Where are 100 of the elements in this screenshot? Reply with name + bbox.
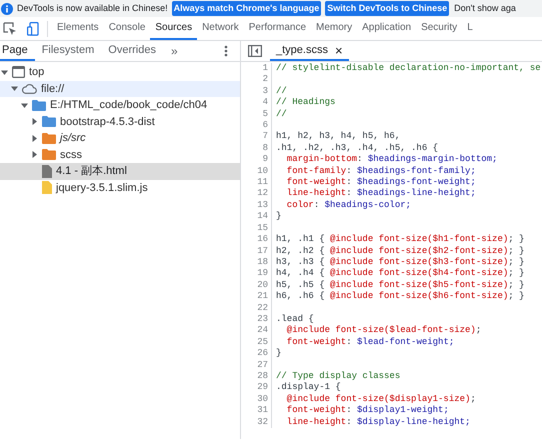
line-number: 29 <box>241 382 272 394</box>
code-line: @include font-size($display1-size); <box>286 394 476 406</box>
code-line: .h1, .h2, .h3, .h4, .h5, .h6 { <box>275 142 438 154</box>
cloud-icon <box>22 84 37 94</box>
navigator-tab[interactable]: Filesystem <box>34 41 102 61</box>
code-line: @include font-size($lead-font-size); <box>286 325 482 337</box>
line-number: 22 <box>241 302 272 314</box>
code-line: color: $headings-color; <box>286 200 412 212</box>
sidebar-toggle-icon[interactable] <box>248 45 262 57</box>
code-line: // Headings <box>275 97 336 109</box>
close-tab-button[interactable]: × <box>334 44 343 56</box>
tree-item-label[interactable]: E:/HTML_code/book_code/ch04 <box>50 97 208 114</box>
line-number: 5 <box>241 108 272 120</box>
line-number: 32 <box>241 416 272 428</box>
line-number: 16 <box>241 234 272 246</box>
navigator-tab[interactable]: Page <box>0 41 35 61</box>
line-number: 3 <box>241 86 272 98</box>
code-line: font-weight: $display1-weight; <box>286 405 449 417</box>
expanded-arrow-icon[interactable] <box>1 68 8 76</box>
expanded-arrow-icon[interactable] <box>11 85 18 92</box>
panel-tab[interactable]: Sources <box>150 17 198 40</box>
code-line: h1, h2, h3, h4, h5, h6, <box>275 131 400 143</box>
line-number: 9 <box>241 154 272 166</box>
editor-tab[interactable]: _type.scss × <box>270 41 349 61</box>
panel-tab[interactable]: Application <box>357 17 416 40</box>
line-number: 6 <box>241 120 272 132</box>
code-line: h1, .h1 { @include font-size($h1-font-size); } <box>275 234 524 246</box>
collapsed-arrow-icon[interactable] <box>31 118 38 126</box>
code-line: line-height: $headings-line-height; <box>286 188 476 200</box>
code-line: margin-bottom: $headings-margin-bottom; <box>286 154 498 166</box>
line-number: 26 <box>241 348 272 360</box>
code-line: .display-1 { <box>275 382 341 394</box>
code-line: h2, .h2 { @include font-size($h2-font-size); } <box>275 246 524 257</box>
line-number: 11 <box>241 177 272 188</box>
line-number: 27 <box>241 360 272 371</box>
code-line: } <box>275 211 282 223</box>
code-line: h5, .h5 { @include font-size($h5-font-size); } <box>275 280 524 292</box>
code-line: .lead { <box>275 314 314 326</box>
line-number: 13 <box>241 200 272 212</box>
tree-row-highlight[interactable]: file:// <box>0 80 240 97</box>
code-line: h3, .h3 { @include font-size($h3-font-size); } <box>275 256 524 268</box>
infobar-button[interactable]: Switch DevTools to Chinese <box>325 1 450 16</box>
device-icon[interactable] <box>27 22 39 36</box>
line-number: 28 <box>241 370 272 382</box>
code-line: font-weight: $headings-font-weight; <box>286 177 476 188</box>
panel-tab[interactable]: Network <box>197 17 244 40</box>
tree-item-label[interactable]: bootstrap-4.5.3-dist <box>60 114 155 130</box>
line-number: 10 <box>241 166 272 178</box>
inspect-icon[interactable] <box>3 22 17 36</box>
panel-tab[interactable]: Performance <box>244 17 312 40</box>
info-icon <box>1 2 13 14</box>
line-number: 18 <box>241 256 272 268</box>
line-number: 4 <box>241 97 272 109</box>
line-number: 31 <box>241 405 272 417</box>
more-tabs-button[interactable]: » <box>170 42 178 60</box>
collapsed-arrow-icon[interactable] <box>31 151 38 158</box>
panel-tab[interactable]: L <box>462 17 478 40</box>
tree-item-label[interactable]: js/src <box>60 130 86 146</box>
line-number: 21 <box>241 291 272 303</box>
panel-tab[interactable]: Elements <box>52 17 104 40</box>
line-number: 20 <box>241 280 272 292</box>
line-number: 15 <box>241 222 272 234</box>
code-line: } <box>275 348 282 360</box>
line-number: 24 <box>241 325 272 337</box>
panel-tab[interactable]: Console <box>104 17 150 40</box>
code-line: // <box>275 86 287 98</box>
code-line: line-height: $display-line-height; <box>286 416 470 428</box>
panel-tab[interactable]: Security <box>416 17 462 40</box>
tree-row-highlight[interactable]: 4.1 - 副本.html <box>0 163 240 180</box>
more-options-icon[interactable] <box>224 45 228 57</box>
line-number: 2 <box>241 74 272 86</box>
collapsed-arrow-icon[interactable] <box>31 134 38 142</box>
code-line: // stylelint-disable declaration-no-important, se <box>275 63 541 74</box>
tree-item-label[interactable]: file:// <box>41 80 64 97</box>
code-line: // Type display classes <box>275 370 400 382</box>
code-line: h4, .h4 { @include font-size($h4-font-size); } <box>275 268 524 280</box>
navigator-tab[interactable]: Overrides <box>101 41 163 61</box>
frame-icon <box>12 66 25 78</box>
line-number: 30 <box>241 394 272 406</box>
panel-tab[interactable]: Memory <box>311 17 358 40</box>
line-number: 25 <box>241 336 272 348</box>
line-number: 23 <box>241 314 272 326</box>
expanded-arrow-icon[interactable] <box>21 102 28 109</box>
tree-item-label[interactable]: top <box>29 64 44 80</box>
line-number: 7 <box>241 131 272 143</box>
line-number: 14 <box>241 211 272 223</box>
line-number: 8 <box>241 142 272 154</box>
code-line: // <box>275 108 287 120</box>
dismiss-link[interactable]: Don't show aga <box>453 2 517 16</box>
tree-item-label[interactable]: 4.1 - 副本.html <box>56 163 127 180</box>
line-number: 19 <box>241 268 272 280</box>
line-number: 1 <box>241 63 272 74</box>
tree-item-label[interactable]: scss <box>60 146 82 163</box>
line-number: 12 <box>241 188 272 200</box>
line-number: 17 <box>241 246 272 257</box>
infobar-message: DevTools is now available in Chinese! <box>17 2 168 15</box>
tree-item-label[interactable]: jquery-3.5.1.slim.js <box>56 180 148 196</box>
code-line: font-family: $headings-font-family; <box>286 166 476 178</box>
infobar-button[interactable]: Always match Chrome's language <box>172 1 322 16</box>
code-line: h6, .h6 { @include font-size($h6-font-size); } <box>275 291 524 303</box>
